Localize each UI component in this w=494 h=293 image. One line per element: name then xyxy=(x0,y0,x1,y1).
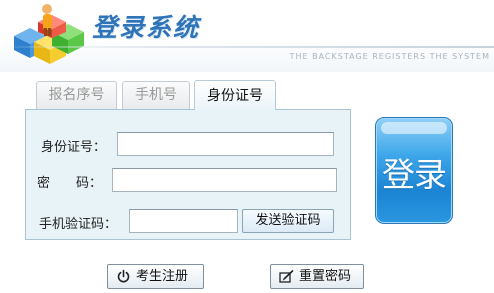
login-button-gloss xyxy=(381,122,447,134)
power-icon xyxy=(117,269,130,283)
login-button-label: 登录 xyxy=(382,155,447,194)
edit-icon xyxy=(279,269,294,283)
sms-code-input[interactable] xyxy=(129,209,238,233)
id-number-label: 身份证号： xyxy=(41,140,107,155)
people-cubes-logo-icon xyxy=(14,4,84,64)
tab-registration-number[interactable]: 报名序号 xyxy=(36,81,117,109)
header: 登录系统 THE BACKSTAGE REGISTERS THE SYSTEM xyxy=(0,0,494,72)
app-subtitle: THE BACKSTAGE REGISTERS THE SYSTEM xyxy=(289,52,490,61)
app-title: 登录系统 xyxy=(92,13,201,42)
reset-password-button[interactable]: 重置密码 xyxy=(270,264,364,289)
login-form-panel: 身份证号： 密 码： 手机验证码： 发送验证码 xyxy=(25,109,351,240)
login-button[interactable]: 登录 xyxy=(375,117,453,224)
send-code-button[interactable]: 发送验证码 xyxy=(242,209,334,233)
register-button-label: 考生注册 xyxy=(136,269,189,284)
id-number-input[interactable] xyxy=(117,132,334,156)
register-button[interactable]: 考生注册 xyxy=(107,264,204,289)
tab-phone-number[interactable]: 手机号 xyxy=(122,81,190,109)
password-input[interactable] xyxy=(112,168,337,192)
sms-code-label: 手机验证码： xyxy=(39,217,118,232)
password-label: 密 码： xyxy=(37,176,103,191)
tab-id-number[interactable]: 身份证号 xyxy=(194,80,276,110)
reset-password-button-label: 重置密码 xyxy=(299,269,352,284)
